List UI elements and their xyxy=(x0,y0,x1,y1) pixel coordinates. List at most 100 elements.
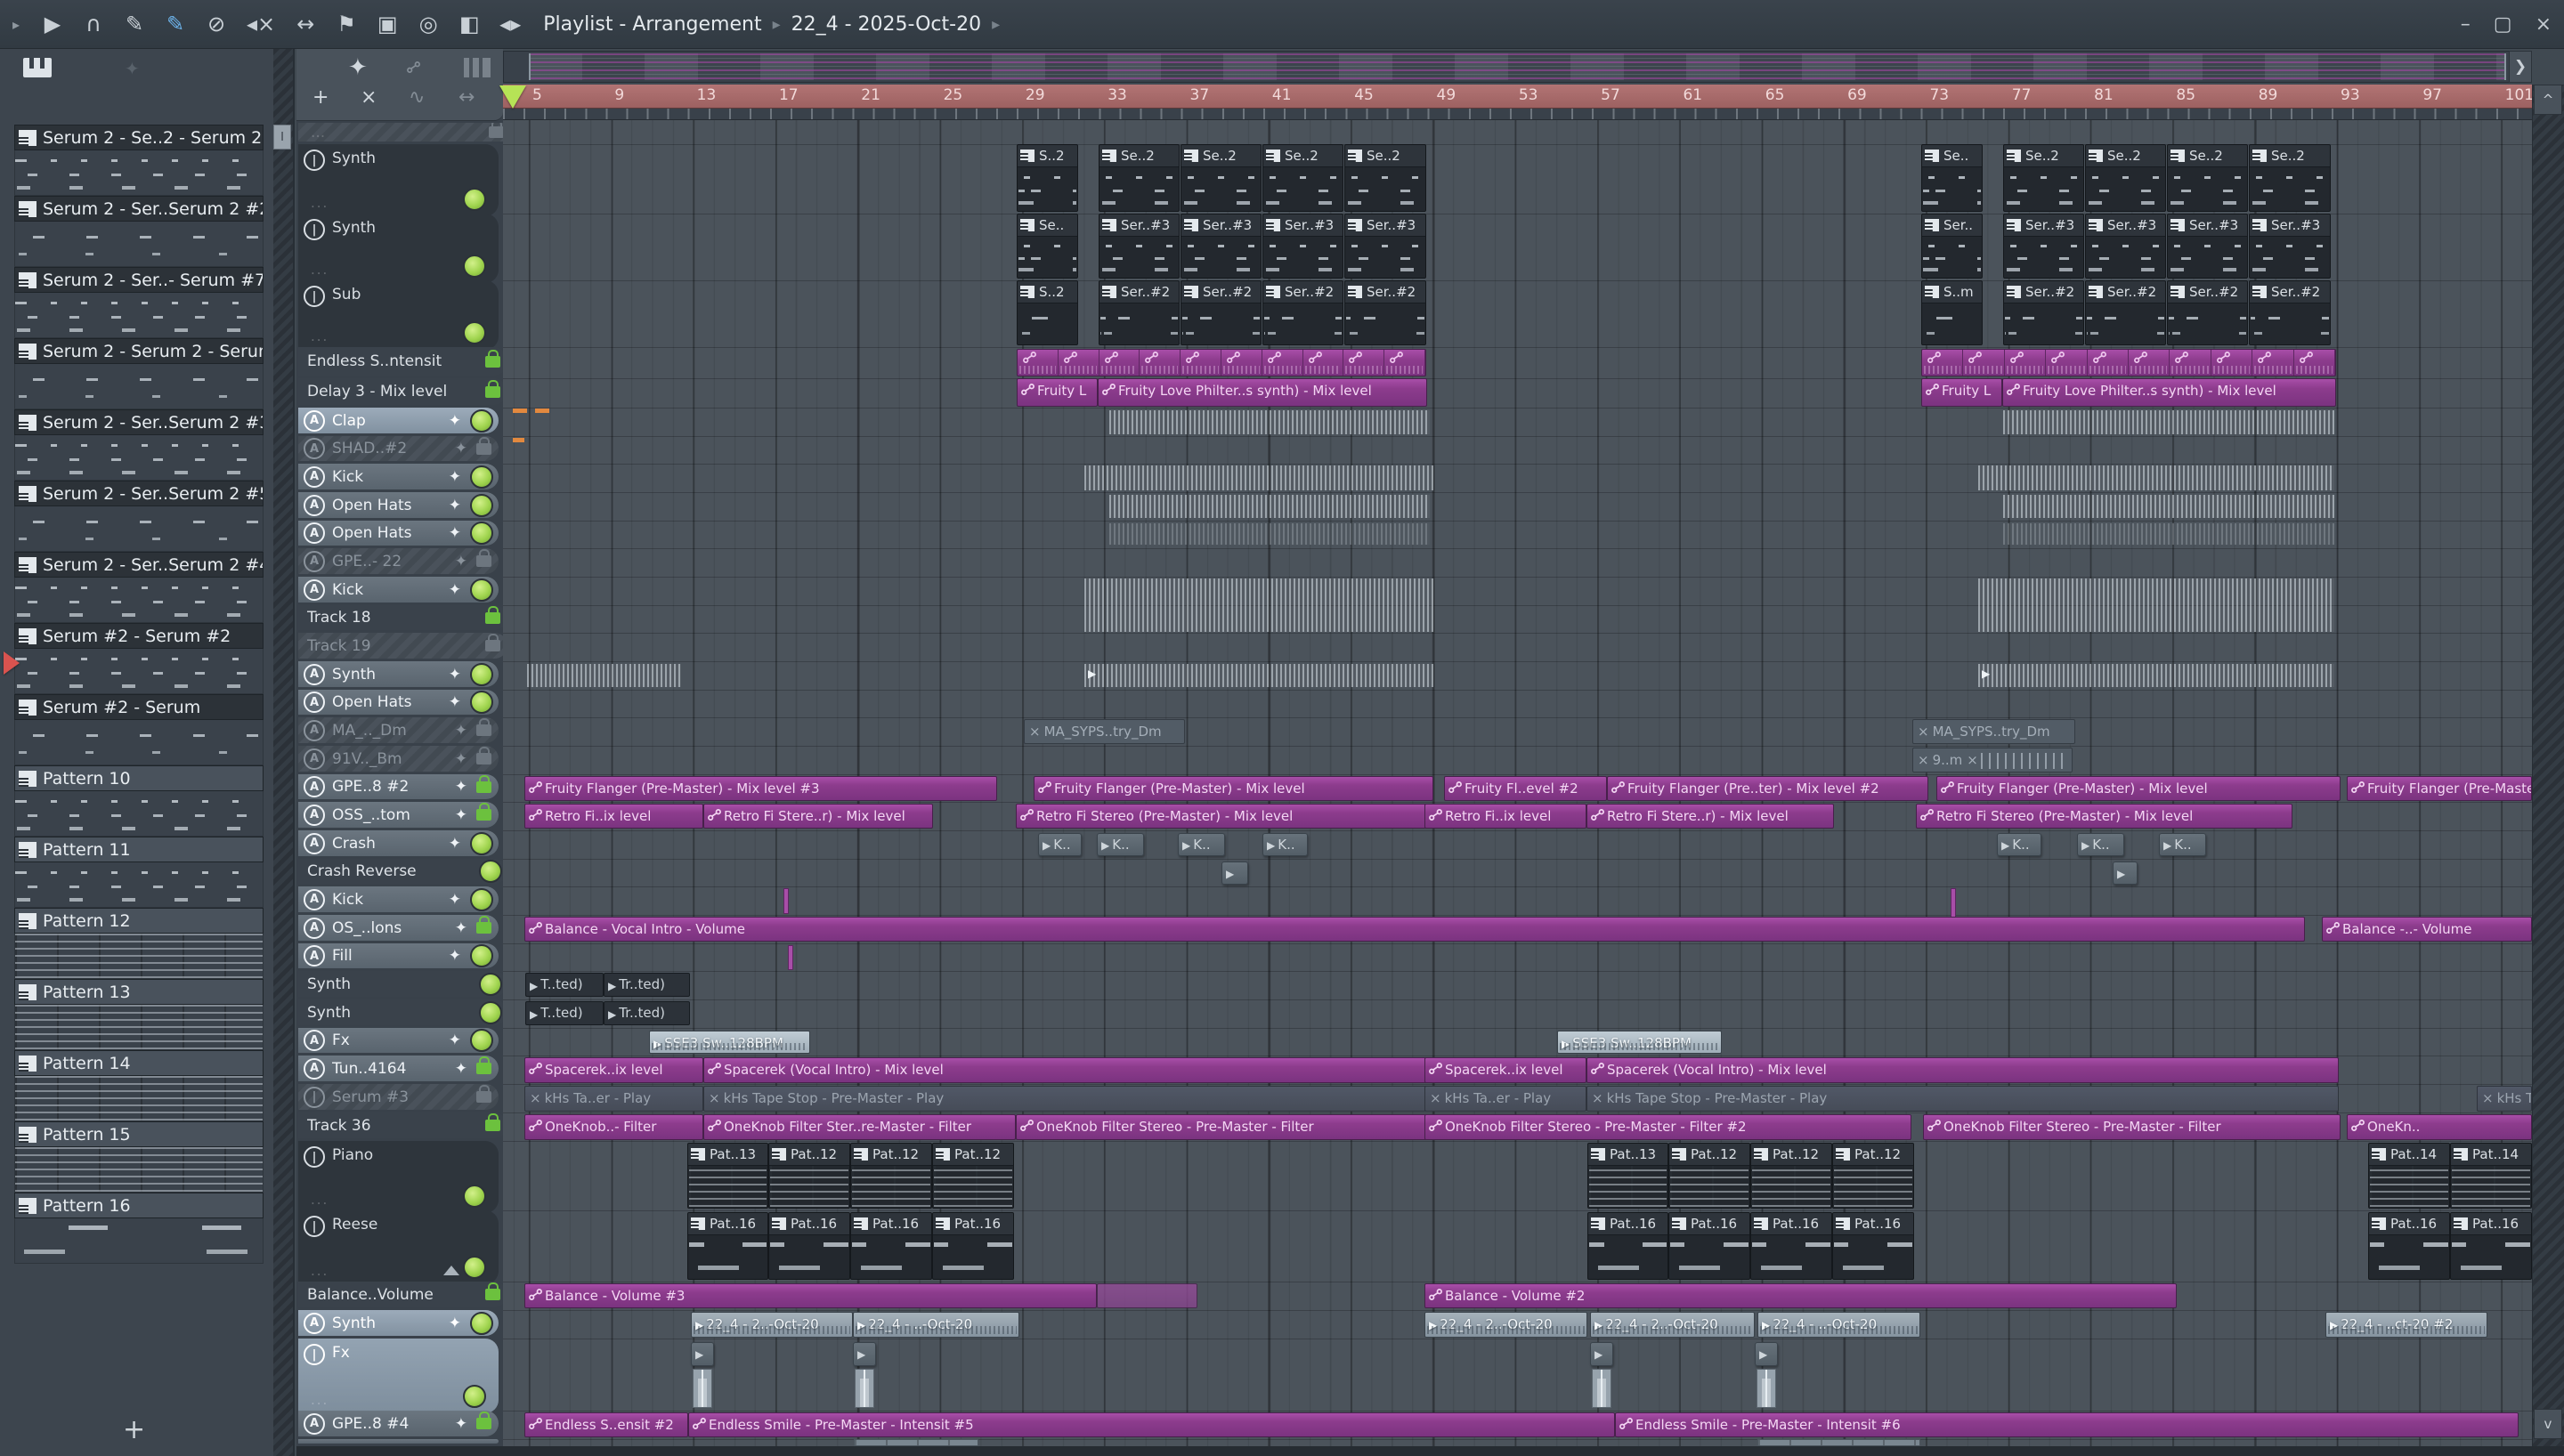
automation-clip[interactable]: Balance -..- Volume xyxy=(2322,917,2532,942)
arrangement-name[interactable]: 22_4 - 2025-Oct-20 xyxy=(791,13,981,36)
pattern-clip[interactable]: Pat..12 xyxy=(1750,1143,1832,1209)
pattern-clip[interactable]: Ser..#3 xyxy=(1262,214,1343,279)
pattern-name-row[interactable]: Serum 2 - Ser..Serum 2 #2 xyxy=(14,196,264,222)
automation-clip[interactable]: Retro Fi Stere..r) - Mix level xyxy=(1586,804,1834,829)
automation-segment[interactable] xyxy=(1922,350,1964,376)
piano-roll-icon[interactable] xyxy=(23,58,52,77)
pattern-clip[interactable]: Pat..14 xyxy=(2450,1143,2532,1209)
waveform-region[interactable] xyxy=(1084,465,1433,490)
audio-track-icon[interactable]: A xyxy=(304,465,325,488)
waveform-region[interactable] xyxy=(527,664,681,687)
stretch-tool-icon[interactable]: ↔ xyxy=(458,86,475,109)
audio-stub-clip[interactable]: ▶ xyxy=(853,1342,876,1366)
preview-speaker-icon[interactable]: ◂▸ xyxy=(499,12,521,36)
track-header-fx[interactable]: A Fx ✦ xyxy=(298,1028,499,1053)
pattern-clip[interactable]: Ser..#3 xyxy=(1344,214,1426,279)
audio-clip[interactable]: ▶22_4 - ..-Oct-20 xyxy=(1757,1312,1920,1338)
automation-segment[interactable] xyxy=(1018,350,1059,376)
lock-icon[interactable] xyxy=(476,436,491,455)
muted-automation-clip[interactable]: × kHs Ta..er - Play xyxy=(524,1086,703,1112)
lock-icon[interactable] xyxy=(489,123,504,138)
pattern-list-item[interactable]: Pattern 14 xyxy=(14,1050,264,1121)
waveform-region[interactable] xyxy=(1978,578,2334,632)
collapse-arrow-icon[interactable] xyxy=(443,1266,459,1275)
automation-segment[interactable] xyxy=(1384,350,1425,376)
pattern-name-row[interactable]: Pattern 16 xyxy=(14,1193,264,1218)
automation-segment[interactable] xyxy=(2211,350,2253,376)
track-header-open-hats[interactable]: A Open Hats ✦ xyxy=(298,492,499,518)
track-led[interactable] xyxy=(470,887,493,911)
pattern-clip[interactable]: Se..2 xyxy=(2249,144,2331,212)
automation-segment[interactable] xyxy=(1099,350,1140,376)
track-header-kick[interactable]: A Kick ✦ xyxy=(298,577,499,603)
waveform-sliver-clip[interactable] xyxy=(1757,1369,1776,1408)
automation-clip[interactable]: OneKnob..- Filter xyxy=(524,1114,703,1140)
instrument-track-icon[interactable]: | xyxy=(304,1146,325,1168)
vertical-scrollbar[interactable] xyxy=(2532,85,2564,1446)
automation-clip[interactable]: Fruity Flanger (Pre-Master) - Mix level xyxy=(2347,776,2532,801)
pattern-clip[interactable]: Pat..12 xyxy=(1832,1143,1914,1209)
audio-clip[interactable]: ▶22_4 - ..ct-20 #2 xyxy=(2325,1312,2487,1338)
add-pattern-button[interactable]: + xyxy=(123,1414,145,1445)
pattern-name-row[interactable]: Serum 2 - Serum 2 - Serum xyxy=(14,338,264,364)
pattern-clip[interactable]: Ser..#3 xyxy=(1099,214,1180,279)
automation-segment[interactable] xyxy=(1963,350,2005,376)
pattern-clip[interactable]: Pat..14 xyxy=(2368,1143,2450,1209)
automation-segment[interactable] xyxy=(1059,350,1099,376)
pattern-list-item[interactable]: Serum #2 - Serum xyxy=(14,694,264,765)
pattern-clip[interactable]: Pat..16 xyxy=(932,1212,1014,1280)
pattern-clip[interactable]: Se..2 xyxy=(2167,144,2248,212)
scroll-right-button[interactable]: ❯ xyxy=(2509,51,2532,83)
pattern-name-row[interactable]: Pattern 13 xyxy=(14,979,264,1005)
automation-sliver-clip[interactable] xyxy=(1951,888,1956,918)
automation-sliver-clip[interactable] xyxy=(788,945,793,970)
waveform-sliver-clip[interactable] xyxy=(855,1369,874,1408)
automation-clip[interactable]: Retro Fi Stereo (Pre-Master) - Mix level xyxy=(1916,804,2292,829)
pattern-clip[interactable]: Se..2 xyxy=(2003,144,2084,212)
pattern-list-scrollbar[interactable] xyxy=(273,49,293,1456)
waveform-region[interactable] xyxy=(1109,523,1430,545)
pattern-clip[interactable]: Se.. xyxy=(1017,214,1078,279)
pattern-clip[interactable]: S..2 xyxy=(1017,144,1078,212)
pattern-clip[interactable]: S..m xyxy=(1921,280,1983,345)
pattern-list-item[interactable]: Serum 2 - Ser..- Serum #7 xyxy=(14,267,264,338)
pattern-clip[interactable]: Ser..#3 xyxy=(2085,214,2166,279)
audio-track-icon[interactable]: A xyxy=(304,550,325,572)
pattern-clip[interactable]: Pat..12 xyxy=(768,1143,850,1209)
automation-segment[interactable] xyxy=(1140,350,1181,376)
waveform-region[interactable] xyxy=(1109,410,1430,434)
automation-clip[interactable]: Endless Smile - Pre-Master - Intensit #6 xyxy=(1615,1412,2519,1437)
audio-stub-clip[interactable]: ▶ xyxy=(691,1342,714,1366)
pattern-clip[interactable]: Se..2 xyxy=(1344,144,1426,212)
track-header-delay-3-mix-level[interactable]: Delay 3 - Mix level xyxy=(298,378,507,405)
audio-stub-clip[interactable]: ▶ K.. xyxy=(1178,833,1225,856)
playhead-marker[interactable] xyxy=(499,85,526,109)
window-menu-icon[interactable]: ▸ xyxy=(5,16,27,33)
pattern-clip[interactable]: Pat..16 xyxy=(2450,1212,2532,1280)
track-header-crash-reverse[interactable]: Crash Reverse xyxy=(298,859,507,884)
pattern-clip[interactable]: Pat..16 xyxy=(687,1212,768,1280)
automation-segment[interactable] xyxy=(1262,350,1303,376)
pattern-clip[interactable]: Pat..12 xyxy=(1668,1143,1750,1209)
flag-icon[interactable]: ⚑ xyxy=(336,12,357,36)
pattern-clip[interactable]: Ser..#3 xyxy=(1181,214,1262,279)
piano-icon[interactable] xyxy=(464,58,491,77)
track-led[interactable] xyxy=(463,188,486,211)
audio-track-icon[interactable]: A xyxy=(304,578,325,601)
track-led[interactable] xyxy=(470,691,493,714)
track-led[interactable] xyxy=(479,1000,502,1024)
track-led[interactable] xyxy=(470,493,493,517)
instrument-track-icon[interactable]: | xyxy=(304,1344,325,1365)
lock-icon[interactable] xyxy=(485,1282,500,1300)
automation-sliver-clip[interactable] xyxy=(783,888,789,914)
muted-automation-clip[interactable]: × kHs Tape Stop - Pre-Master - Play xyxy=(1586,1086,2339,1112)
pattern-name-row[interactable]: Pattern 10 xyxy=(14,765,264,791)
automation-segment[interactable] xyxy=(1181,350,1221,376)
automation-clip[interactable]: Endless S..ensit #2 xyxy=(524,1412,688,1437)
audio-stub-clip[interactable]: ▶ xyxy=(2113,861,2138,885)
pattern-list-item[interactable]: Serum #2 - Serum #2 xyxy=(14,623,264,694)
muted-audio-clip[interactable]: × MA_SYPS..try_Dm xyxy=(1912,719,2075,744)
track-led[interactable] xyxy=(470,522,493,545)
automation-clip[interactable]: OneKnob Filter Ster..re-Master - Filter xyxy=(703,1114,1016,1140)
automation-segment[interactable] xyxy=(2294,350,2335,376)
